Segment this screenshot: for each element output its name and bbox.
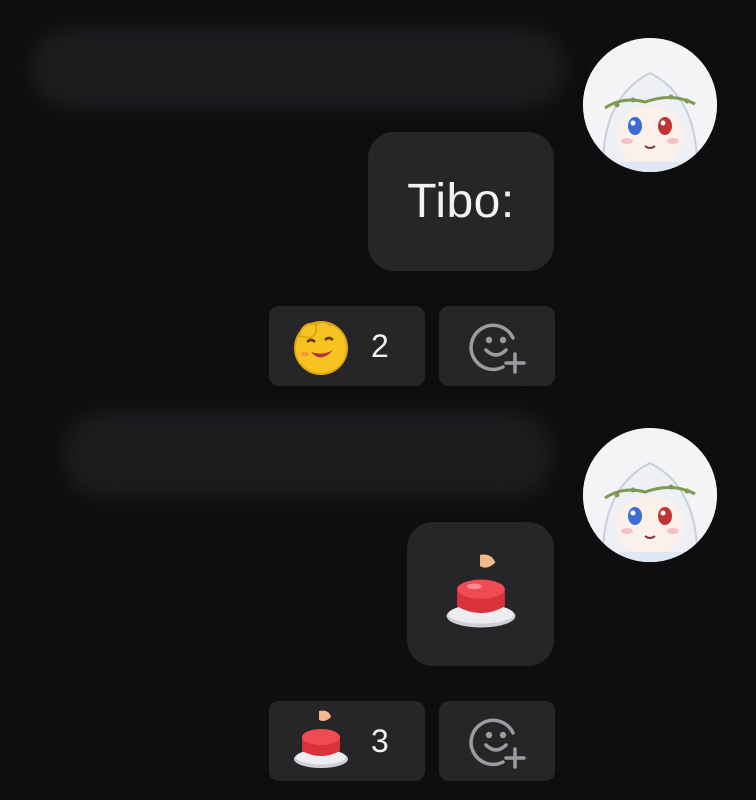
user-avatar-2[interactable] (583, 428, 717, 562)
add-reaction-button-1[interactable] (439, 306, 555, 386)
reaction-chip-1[interactable]: 2 (269, 306, 425, 386)
blurred-username-2 (64, 412, 552, 498)
red-button-emoji-icon (294, 710, 348, 768)
message-text: Tibo: (407, 175, 515, 228)
avatar-anime-girl-icon (583, 38, 717, 172)
message-bubble-1[interactable]: Tibo: (368, 132, 554, 271)
red-button-press-sticker (446, 554, 515, 628)
reaction-chip-2[interactable]: 3 (269, 701, 425, 781)
blurred-username-1 (30, 28, 565, 108)
user-avatar-1[interactable] (583, 38, 717, 172)
add-reaction-icon (469, 323, 526, 374)
sticker-bubble-2[interactable] (407, 522, 554, 666)
avatar-anime-girl-icon (583, 428, 717, 562)
add-reaction-button-2[interactable] (439, 701, 555, 781)
reaction-count: 2 (371, 327, 389, 364)
yellow-smiley-hand-emoji-icon (294, 321, 348, 375)
reaction-count: 3 (371, 722, 389, 759)
add-reaction-icon (469, 718, 526, 769)
